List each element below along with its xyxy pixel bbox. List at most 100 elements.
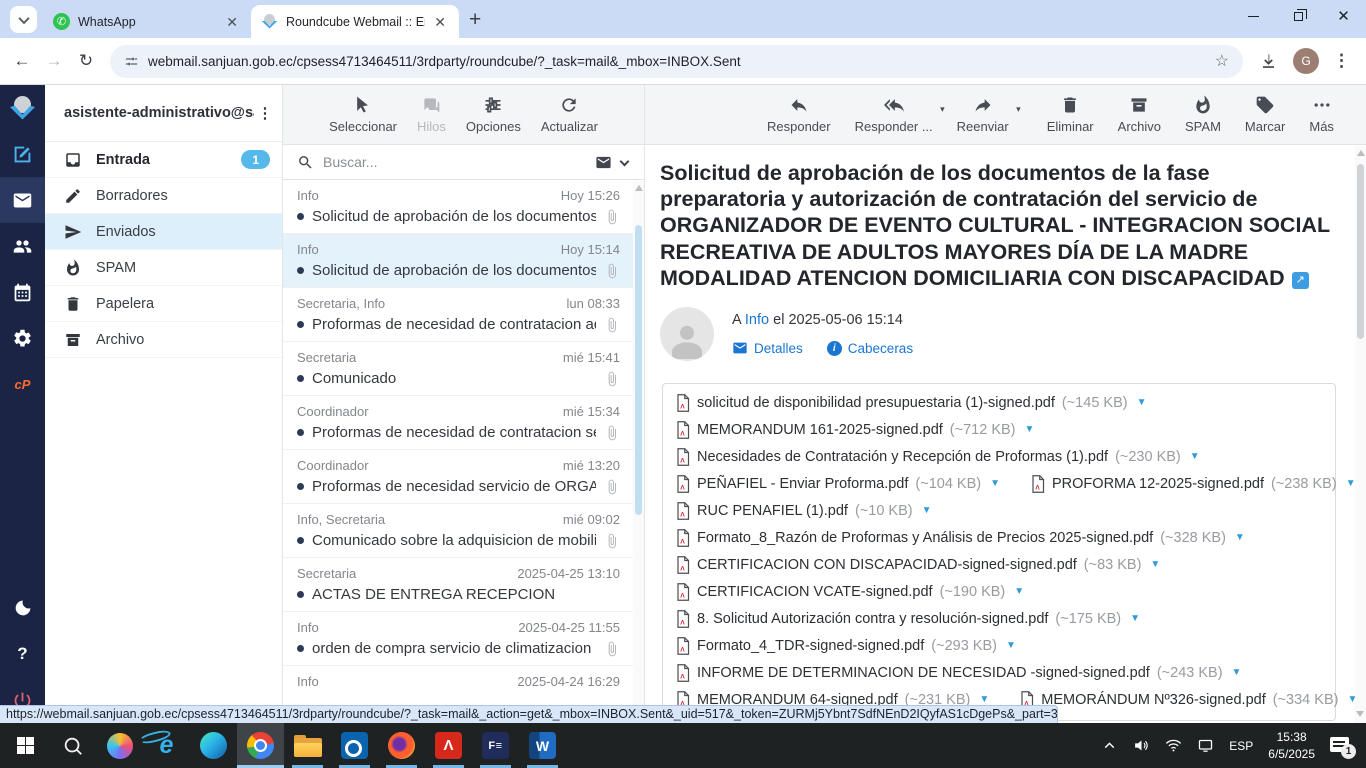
folder-archivo[interactable]: Archivo <box>45 322 282 358</box>
close-window-button[interactable]: ✕ <box>1321 0 1366 33</box>
site-settings-icon[interactable] <box>124 54 139 69</box>
chrome-button[interactable] <box>237 723 284 768</box>
address-bar[interactable]: webmail.sanjuan.gob.ec/cpsess4713464511/… <box>110 45 1243 78</box>
wifi-icon[interactable] <box>1165 737 1182 754</box>
reply-all-button[interactable]: Responder ... ▾ <box>855 95 933 134</box>
firefox-button[interactable] <box>378 723 425 768</box>
folder-papelera[interactable]: Papelera <box>45 286 282 322</box>
tab-search-button[interactable] <box>10 6 37 33</box>
volume-icon[interactable] <box>1133 737 1150 754</box>
archive-button[interactable]: Archivo <box>1118 95 1161 134</box>
start-button[interactable] <box>2 723 49 768</box>
message-row[interactable]: InfoHoy 15:26 Solicitud de aprobación de… <box>283 180 644 234</box>
copilot-button[interactable] <box>96 723 143 768</box>
reload-button[interactable]: ↻ <box>70 45 102 77</box>
keyboard-language[interactable]: ESP <box>1229 739 1253 753</box>
attachment-menu-caret-icon[interactable]: ▼ <box>1190 451 1200 462</box>
compose-button[interactable] <box>0 131 45 177</box>
restore-button[interactable] <box>1276 0 1321 33</box>
scroll-up-icon[interactable] <box>635 185 643 191</box>
attachment-menu-caret-icon[interactable]: ▼ <box>979 694 989 705</box>
reading-scrollbar[interactable] <box>1355 146 1366 723</box>
options-button[interactable]: Opciones <box>466 95 521 134</box>
file-explorer-button[interactable] <box>284 723 331 768</box>
attachment-menu-caret-icon[interactable]: ▼ <box>1235 532 1245 543</box>
folder-entrada[interactable]: Entrada 1 <box>45 142 282 178</box>
attachment-menu-caret-icon[interactable]: ▼ <box>1006 640 1016 651</box>
attachment-link[interactable]: ΛINFORME DE DETERMINACION DE NECESIDAD -… <box>675 664 1241 682</box>
message-row[interactable]: Info2025-04-25 11:55 orden de compra ser… <box>283 612 644 666</box>
refresh-button[interactable]: Actualizar <box>541 95 598 134</box>
attachment-menu-caret-icon[interactable]: ▼ <box>922 505 932 516</box>
chevron-up-icon[interactable] <box>1101 737 1118 754</box>
dropdown-caret-icon[interactable]: ▾ <box>1016 104 1021 115</box>
attachment-menu-caret-icon[interactable]: ▼ <box>1025 424 1035 435</box>
help-button[interactable]: ? <box>0 631 45 677</box>
fes-app-button[interactable]: F≡ <box>472 723 519 768</box>
outlook-button[interactable] <box>331 723 378 768</box>
search-scope-envelope-icon[interactable] <box>595 154 612 171</box>
message-row[interactable]: Info, Secretariamié 09:02 Comunicado sob… <box>283 504 644 558</box>
attachment-link[interactable]: ΛFormato_8_Razón de Proformas y Análisis… <box>675 529 1245 547</box>
folder-spam[interactable]: SPAM <box>45 250 282 286</box>
roundcube-logo[interactable] <box>0 85 45 131</box>
attachment-menu-caret-icon[interactable]: ▼ <box>990 478 1000 489</box>
attachment-menu-caret-icon[interactable]: ▼ <box>1150 559 1160 570</box>
back-button[interactable]: ← <box>6 45 38 77</box>
settings-nav-button[interactable] <box>0 315 45 361</box>
attachment-link[interactable]: ΛMEMORANDUM 161-2025-signed.pdf(~712 KB)… <box>675 421 1034 439</box>
attachment-link[interactable]: ΛRUC PENAFIEL (1).pdf(~10 KB)▼ <box>675 502 931 520</box>
url-text[interactable]: webmail.sanjuan.gob.ec/cpsess4713464511/… <box>148 54 1198 69</box>
clock[interactable]: 15:38 6/5/2025 <box>1268 729 1315 761</box>
mail-nav-button[interactable] <box>0 177 45 223</box>
account-menu-button[interactable]: ⋮ <box>254 104 276 122</box>
attachment-link[interactable]: Λsolicitud de disponibilidad presupuesta… <box>675 394 1147 412</box>
open-in-new-window-icon[interactable]: ↗ <box>1292 272 1309 289</box>
attachment-link[interactable]: ΛFormato_4_TDR-signed-signed.pdf(~293 KB… <box>675 637 1016 655</box>
attachment-link[interactable]: ΛCERTIFICACION VCATE-signed.pdf(~190 KB)… <box>675 583 1024 601</box>
bookmark-star-icon[interactable]: ☆ <box>1207 51 1237 71</box>
recipient-link[interactable]: Info <box>745 312 769 328</box>
attachment-menu-caret-icon[interactable]: ▼ <box>1137 397 1147 408</box>
message-row[interactable]: Secretaria2025-04-25 13:10 ACTAS DE ENTR… <box>283 558 644 612</box>
edge-button[interactable] <box>190 723 237 768</box>
spam-button[interactable]: SPAM <box>1185 95 1221 134</box>
headers-toggle[interactable]: i Cabeceras <box>827 341 913 356</box>
mark-button[interactable]: Marcar <box>1245 95 1285 134</box>
threads-button[interactable]: Hilos <box>417 95 446 134</box>
cpanel-button[interactable]: cP <box>0 361 45 407</box>
calendar-nav-button[interactable] <box>0 269 45 315</box>
message-row[interactable]: Secretariamié 15:41 Comunicado <box>283 342 644 396</box>
attachment-menu-caret-icon[interactable]: ▼ <box>1130 613 1140 624</box>
more-button[interactable]: Más <box>1309 95 1334 134</box>
search-input[interactable] <box>323 154 586 170</box>
dropdown-caret-icon[interactable]: ▾ <box>940 104 945 115</box>
new-tab-button[interactable]: + <box>469 9 481 30</box>
folder-enviados[interactable]: Enviados <box>45 214 282 250</box>
scrollbar-thumb[interactable] <box>1357 164 1364 339</box>
forward-button[interactable]: Reenviar ▾ <box>957 95 1009 134</box>
minimize-button[interactable] <box>1231 0 1276 33</box>
details-toggle[interactable]: Detalles <box>732 340 803 356</box>
display-icon[interactable] <box>1197 737 1214 754</box>
message-row[interactable]: Coordinadormié 15:34 Proformas de necesi… <box>283 396 644 450</box>
action-center-button[interactable]: 1 <box>1330 735 1354 757</box>
profile-avatar[interactable]: G <box>1293 48 1319 74</box>
scroll-down-icon[interactable] <box>1356 711 1364 717</box>
message-row[interactable]: Secretaria, Infolun 08:33 Proformas de n… <box>283 288 644 342</box>
delete-button[interactable]: Eliminar <box>1047 95 1094 134</box>
attachment-link[interactable]: ΛPROFORMA 12-2025-signed.pdf(~238 KB)▼ <box>1030 475 1356 493</box>
acrobat-button[interactable]: Λ <box>425 723 472 768</box>
search-options-chevron-icon[interactable] <box>620 156 630 166</box>
select-button[interactable]: Seleccionar <box>329 95 397 134</box>
attachment-link[interactable]: ΛCERTIFICACION CON DISCAPACIDAD-signed-s… <box>675 556 1160 574</box>
reply-button[interactable]: Responder <box>767 95 831 134</box>
attachment-link[interactable]: ΛNecesidades de Contratación y Recepción… <box>675 448 1200 466</box>
word-button[interactable]: W <box>519 723 566 768</box>
tab-whatsapp[interactable]: ✆ WhatsApp ✕ <box>43 5 251 38</box>
attachment-menu-caret-icon[interactable]: ▼ <box>1014 586 1024 597</box>
taskbar-search-button[interactable] <box>49 723 96 768</box>
scrollbar-thumb[interactable] <box>635 225 642 515</box>
message-row[interactable]: Coordinadormié 13:20 Proformas de necesi… <box>283 450 644 504</box>
close-tab-icon[interactable]: ✕ <box>431 15 449 29</box>
